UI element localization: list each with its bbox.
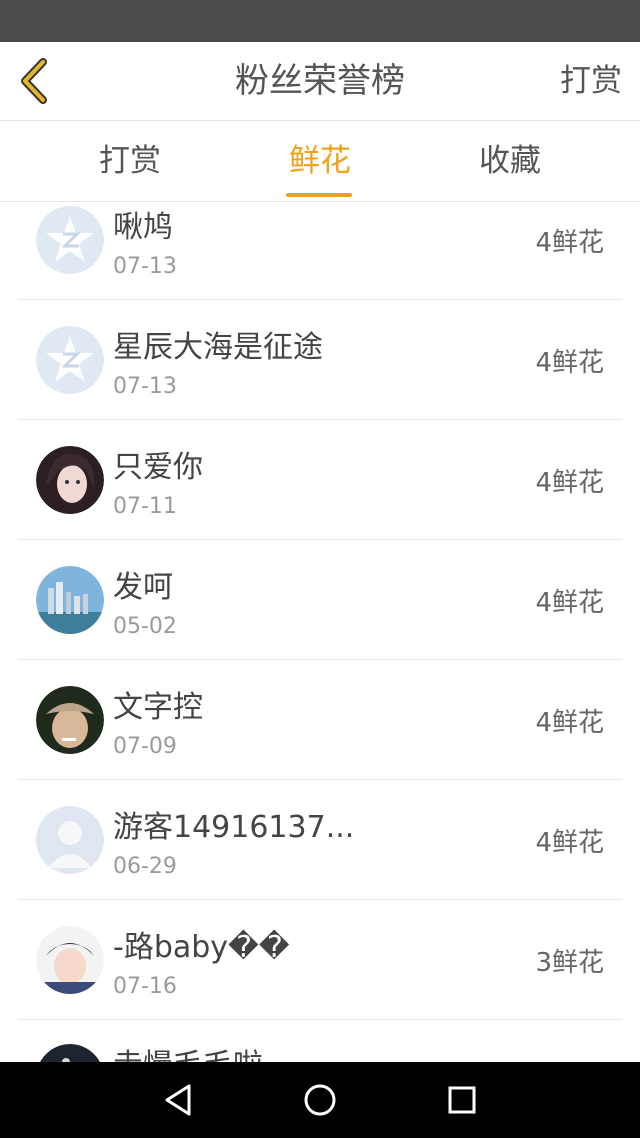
fan-list[interactable]: 啾鸠 07-13 4鲜花 星辰大海是征途 07-13 4鲜花 只爱你 07-11…: [0, 202, 640, 1062]
list-item[interactable]: 发呵 05-02 4鲜花: [0, 540, 640, 660]
flower-count: 4鲜花: [535, 708, 604, 738]
recents-square-icon[interactable]: [442, 1080, 482, 1120]
tab-favorites[interactable]: 收藏: [430, 121, 590, 201]
fan-date: 05-02: [113, 614, 177, 639]
page-title: 粉丝荣誉榜: [235, 61, 405, 101]
system-nav-bar: [0, 1062, 640, 1138]
reward-action-button[interactable]: 打赏: [560, 42, 622, 120]
back-button[interactable]: [14, 56, 54, 106]
tab-flowers[interactable]: 鲜花: [240, 121, 400, 201]
active-tab-indicator: [286, 193, 352, 197]
flower-count: 4鲜花: [535, 348, 604, 378]
cityscape-avatar: [36, 566, 104, 634]
flower-count: 4鲜花: [535, 228, 604, 258]
photo-avatar: [36, 926, 104, 994]
fan-name: 游客14916137...: [113, 810, 355, 845]
list-item[interactable]: -路baby�� 07-16 3鲜花: [0, 900, 640, 1020]
fan-name: 啾鸠: [113, 210, 173, 245]
list-item[interactable]: 星辰大海是征途 07-13 4鲜花: [0, 300, 640, 420]
list-item[interactable]: 文字控 07-09 4鲜花: [0, 660, 640, 780]
tab-reward[interactable]: 打赏: [50, 121, 210, 201]
fan-date: 07-16: [113, 974, 177, 999]
list-item[interactable]: 游客14916137... 06-29 4鲜花: [0, 780, 640, 900]
fan-date: 07-09: [113, 734, 177, 759]
list-item[interactable]: 只爱你 07-11 4鲜花: [0, 420, 640, 540]
fan-name: 只爱你: [113, 450, 203, 485]
photo-avatar: [36, 1044, 104, 1062]
photo-avatar: [36, 686, 104, 754]
fan-name: 文字控: [113, 690, 203, 725]
fan-date: 06-29: [113, 854, 177, 879]
qq-default-avatar-icon: [36, 326, 104, 394]
default-person-avatar-icon: [36, 806, 104, 874]
qq-default-avatar-icon: [36, 206, 104, 274]
fan-date: 07-13: [113, 254, 177, 279]
fan-name: -路baby��: [113, 930, 290, 965]
flower-count: 4鲜花: [535, 588, 604, 618]
back-triangle-icon[interactable]: [158, 1080, 198, 1120]
home-circle-icon[interactable]: [300, 1080, 340, 1120]
photo-avatar: [36, 446, 104, 514]
list-item[interactable]: 啾鸠 07-13 4鲜花: [0, 202, 640, 300]
fan-name: 走慢毛毛啦: [113, 1040, 263, 1062]
flower-count: 4鲜花: [535, 468, 604, 498]
list-item[interactable]: 走慢毛毛啦: [0, 1020, 640, 1062]
chevron-left-icon: [21, 58, 47, 104]
fan-name: 发呵: [113, 570, 173, 605]
status-bar: [0, 0, 640, 42]
fan-name: 星辰大海是征途: [113, 330, 323, 365]
top-header: 粉丝荣誉榜 打赏: [0, 42, 640, 121]
tab-bar: 打赏 鲜花 收藏: [0, 121, 640, 202]
flower-count: 4鲜花: [535, 828, 604, 858]
fan-date: 07-13: [113, 374, 177, 399]
flower-count: 3鲜花: [535, 948, 604, 978]
fan-date: 07-11: [113, 494, 177, 519]
